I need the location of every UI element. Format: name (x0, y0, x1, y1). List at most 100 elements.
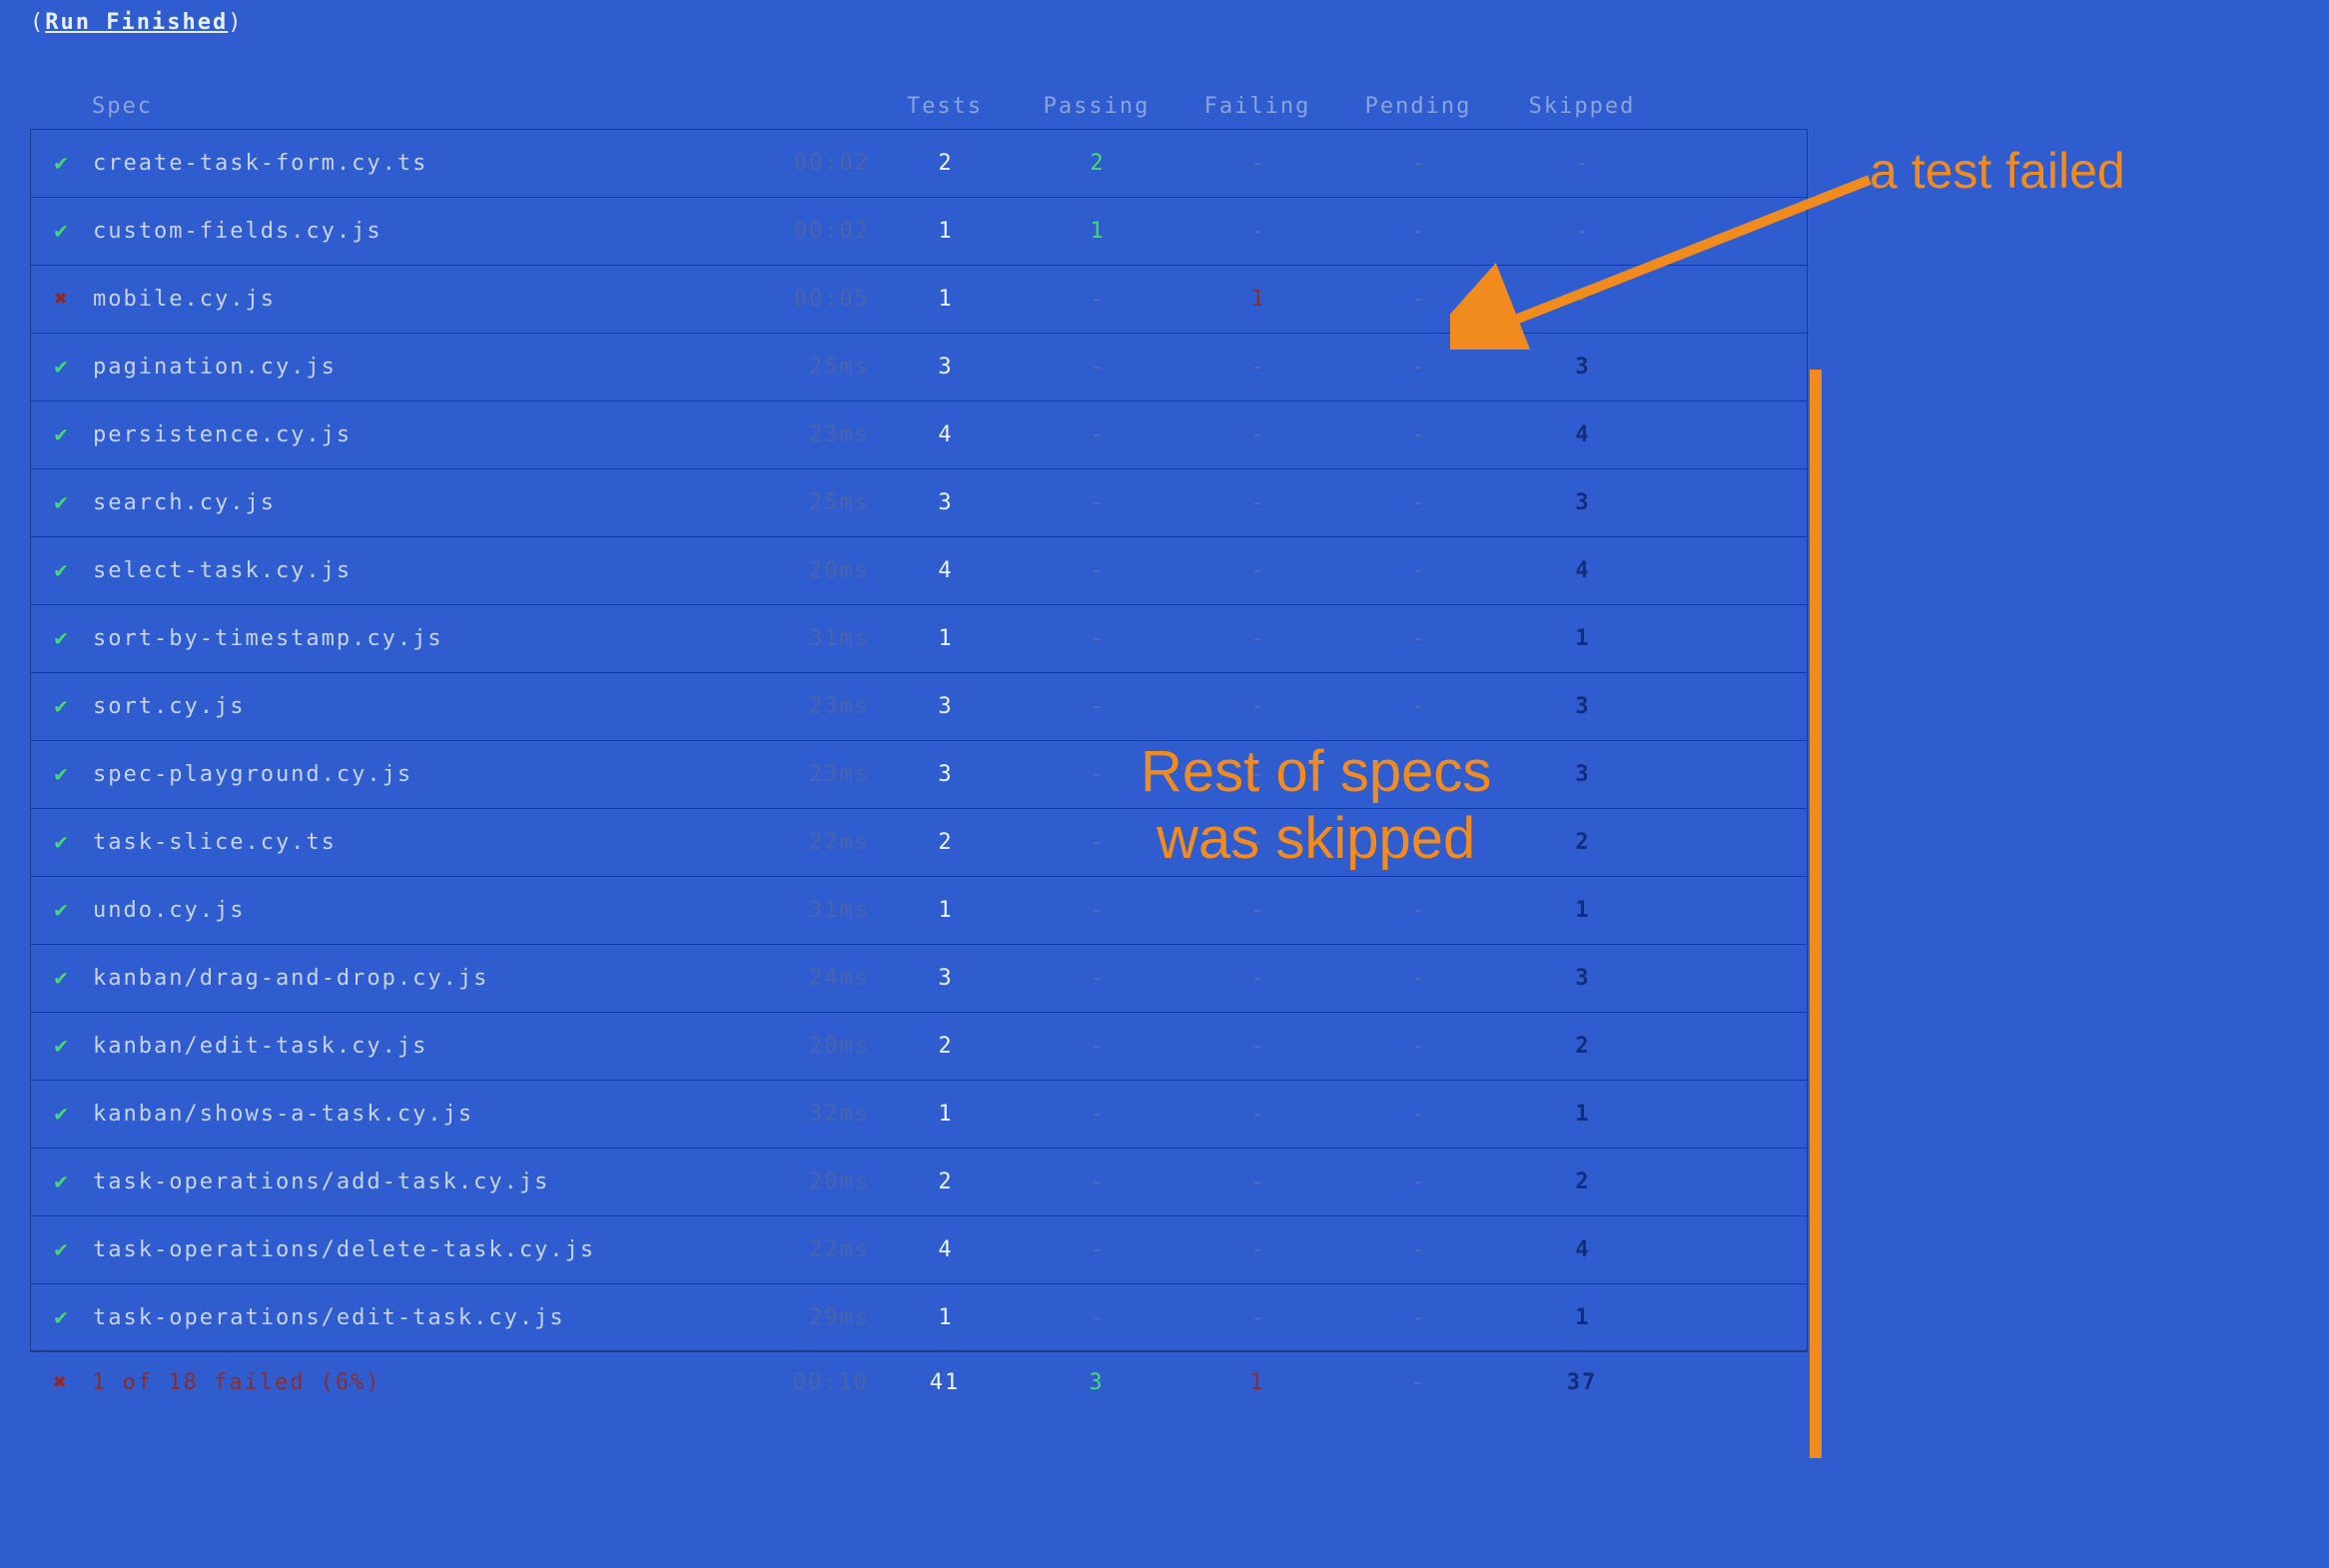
row-failing: - (1179, 1170, 1337, 1194)
check-icon: ✔ (54, 219, 69, 244)
table-row: ✔spec-playground.cy.js23ms3---3 (30, 740, 1808, 808)
row-status-icon: ✔ (31, 830, 93, 855)
header-time (731, 94, 875, 119)
check-icon: ✔ (54, 1034, 69, 1059)
row-status-icon: ✔ (31, 1305, 93, 1330)
row-spec-name: task-operations/delete-task.cy.js (93, 1237, 732, 1262)
row-status-icon: ✔ (31, 1034, 93, 1059)
row-spec-name: mobile.cy.js (93, 287, 732, 312)
header-title: Run Finished (45, 10, 228, 35)
check-icon: ✔ (54, 694, 69, 719)
row-passing: - (1016, 1102, 1179, 1127)
row-pending: - (1337, 898, 1501, 923)
header-failing: Failing (1178, 94, 1336, 119)
row-passing: - (1016, 694, 1179, 719)
fail-icon: ✖ (53, 1370, 68, 1395)
row-status-icon: ✔ (31, 490, 93, 515)
row-status-icon: ✖ (31, 287, 93, 312)
row-failing: - (1179, 151, 1337, 176)
row-failing: 1 (1179, 287, 1337, 312)
row-status-icon: ✔ (31, 898, 93, 923)
row-skipped: - (1501, 287, 1665, 312)
row-skipped: 4 (1501, 558, 1665, 583)
table-row: ✔kanban/drag-and-drop.cy.js24ms3---3 (30, 944, 1808, 1012)
row-spec-name: kanban/drag-and-drop.cy.js (93, 966, 732, 991)
row-spec-name: kanban/edit-task.cy.js (93, 1034, 732, 1059)
summary-tests: 41 (875, 1370, 1015, 1395)
summary-time: 00:10 (731, 1370, 875, 1395)
row-passing: - (1016, 1305, 1179, 1330)
check-icon: ✔ (54, 1237, 69, 1262)
row-tests: 2 (876, 1170, 1016, 1194)
row-pending: - (1337, 151, 1501, 176)
row-passing: - (1016, 558, 1179, 583)
row-spec-name: sort-by-timestamp.cy.js (93, 626, 732, 651)
row-tests: 3 (876, 694, 1016, 719)
row-passing: 1 (1016, 219, 1179, 244)
check-icon: ✔ (54, 355, 69, 380)
row-pending: - (1337, 558, 1501, 583)
check-icon: ✔ (54, 830, 69, 855)
row-status-icon: ✔ (31, 422, 93, 447)
row-status-icon: ✔ (31, 762, 93, 787)
row-status-icon: ✔ (31, 151, 93, 176)
row-skipped: 3 (1501, 490, 1665, 515)
row-failing: - (1179, 1305, 1337, 1330)
row-pending: - (1337, 694, 1501, 719)
row-spec-name: task-operations/add-task.cy.js (93, 1170, 732, 1194)
summary-passing: 3 (1015, 1370, 1178, 1395)
row-failing: - (1179, 355, 1337, 380)
header-suffix: ) (228, 10, 243, 35)
header-pending: Pending (1336, 94, 1500, 119)
row-status-icon: ✔ (31, 219, 93, 244)
summary-status-icon: ✖ (30, 1370, 92, 1395)
annotation-test-failed: a test failed (1870, 142, 2125, 200)
row-spec-name: search.cy.js (93, 490, 732, 515)
row-failing: - (1179, 490, 1337, 515)
row-pending: - (1337, 1102, 1501, 1127)
table-row: ✔task-operations/edit-task.cy.js29ms1---… (30, 1283, 1808, 1351)
table-row: ✔kanban/shows-a-task.cy.js32ms1---1 (30, 1080, 1808, 1148)
row-pending: - (1337, 1305, 1501, 1330)
row-status-icon: ✔ (31, 1102, 93, 1127)
row-time: 32ms (732, 1102, 876, 1127)
row-time: 20ms (732, 558, 876, 583)
row-tests: 2 (876, 151, 1016, 176)
row-skipped: 4 (1501, 422, 1665, 447)
row-time: 22ms (732, 1237, 876, 1262)
table-row: ✔undo.cy.js31ms1---1 (30, 876, 1808, 944)
row-passing: - (1016, 355, 1179, 380)
check-icon: ✔ (54, 762, 69, 787)
spec-results-table: Spec Tests Passing Failing Pending Skipp… (30, 90, 1808, 1413)
row-passing: - (1016, 626, 1179, 651)
header-skipped: Skipped (1500, 94, 1664, 119)
table-row: ✖mobile.cy.js00:051-1-- (30, 265, 1808, 333)
row-skipped: 3 (1501, 966, 1665, 991)
row-tests: 3 (876, 355, 1016, 380)
row-passing: - (1016, 1237, 1179, 1262)
row-tests: 3 (876, 762, 1016, 787)
row-passing: - (1016, 898, 1179, 923)
table-row: ✔sort.cy.js23ms3---3 (30, 672, 1808, 740)
header-tests: Tests (875, 94, 1015, 119)
table-row: ✔custom-fields.cy.js00:0211--- (30, 197, 1808, 265)
check-icon: ✔ (54, 558, 69, 583)
row-failing: - (1179, 558, 1337, 583)
row-passing: - (1016, 287, 1179, 312)
summary-skipped: 37 (1500, 1370, 1664, 1395)
row-skipped: 1 (1501, 626, 1665, 651)
row-time: 23ms (732, 694, 876, 719)
summary-row: ✖ 1 of 18 failed (6%) 00:10 41 3 1 - 37 (30, 1351, 1808, 1413)
row-tests: 1 (876, 1102, 1016, 1127)
row-skipped: 4 (1501, 1237, 1665, 1262)
row-time: 25ms (732, 490, 876, 515)
row-failing: - (1179, 1237, 1337, 1262)
row-spec-name: spec-playground.cy.js (93, 762, 732, 787)
row-time: 23ms (732, 422, 876, 447)
row-failing: - (1179, 966, 1337, 991)
table-row: ✔pagination.cy.js25ms3---3 (30, 333, 1808, 400)
row-time: 00:02 (732, 219, 876, 244)
row-skipped: 2 (1501, 830, 1665, 855)
table-row: ✔kanban/edit-task.cy.js20ms2---2 (30, 1012, 1808, 1080)
row-time: 22ms (732, 830, 876, 855)
